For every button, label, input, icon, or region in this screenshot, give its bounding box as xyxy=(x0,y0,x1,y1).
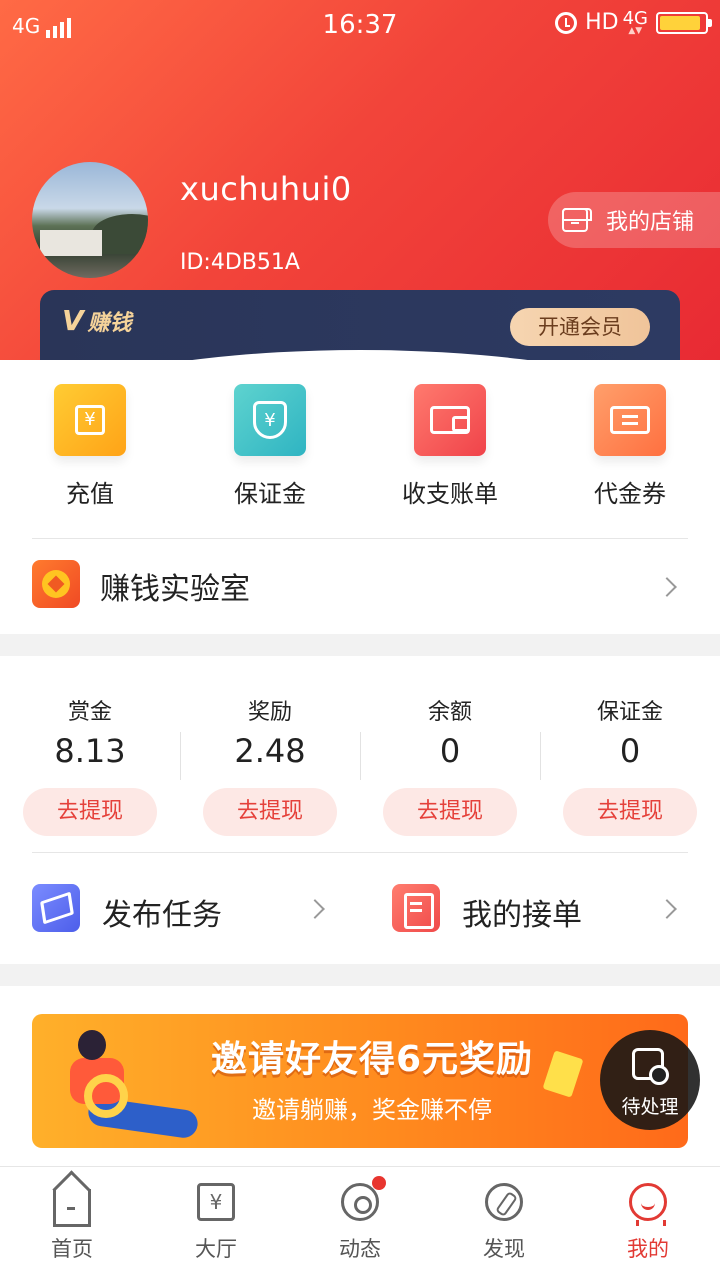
wallet-actions-section: ¥ 充值 ¥ 保证金 收支账单 代金券 赚钱实验室 xyxy=(0,360,720,634)
chevron-right-icon xyxy=(305,899,325,919)
divider xyxy=(32,538,688,539)
recharge-icon: ¥ xyxy=(54,384,126,456)
compass-icon xyxy=(485,1183,523,1221)
battery-fill xyxy=(660,15,701,30)
pending-icon xyxy=(632,1048,669,1085)
pending-float-button[interactable]: 待处理 xyxy=(600,1030,700,1130)
balance-reward: 奖励 2.48 去提现 xyxy=(180,694,360,836)
profile-icon xyxy=(629,1183,667,1226)
balance-label: 保证金 xyxy=(596,700,663,725)
withdraw-button[interactable]: 去提现 xyxy=(203,788,337,836)
quick-action-deposit[interactable]: ¥ 保证金 xyxy=(180,384,360,509)
balance-remaining: 余额 0 去提现 xyxy=(360,694,540,836)
tab-mine[interactable]: 我的 xyxy=(576,1183,720,1263)
balances-section: 赏金 8.13 去提现 奖励 2.48 去提现 余额 0 去提现 保证金 0 去… xyxy=(0,656,720,964)
tab-activity[interactable]: 动态 xyxy=(288,1176,432,1263)
tab-label: 我的 xyxy=(627,1237,669,1261)
withdraw-button[interactable]: 去提现 xyxy=(23,788,157,836)
banner-title: 邀请好友得6元奖励 xyxy=(210,1039,534,1080)
status-right: HD 4G ▲▼ xyxy=(555,7,712,36)
avatar[interactable] xyxy=(32,162,148,278)
shop-icon xyxy=(562,208,592,232)
lab-icon xyxy=(32,560,80,608)
my-shop-label: 我的店铺 xyxy=(606,210,695,235)
balance-value: 0 xyxy=(439,732,461,770)
activity-icon xyxy=(341,1176,386,1221)
chevron-right-icon xyxy=(657,899,677,919)
alarm-icon xyxy=(555,11,578,34)
order-list-icon xyxy=(392,884,440,932)
coupon-icon xyxy=(594,384,666,456)
tab-discover[interactable]: 发现 xyxy=(432,1183,576,1263)
banner-subtitle: 邀请躺赚，奖金赚不停 xyxy=(252,1096,492,1124)
hd-label: HD xyxy=(585,10,619,35)
vip-logo-text: 赚钱 xyxy=(87,311,132,336)
wallet-icon xyxy=(414,384,486,456)
withdraw-button[interactable]: 去提现 xyxy=(563,788,697,836)
home-icon xyxy=(53,1189,91,1227)
tab-hall[interactable]: ¥ 大厅 xyxy=(144,1183,288,1263)
balance-bounty: 赏金 8.13 去提现 xyxy=(0,694,180,836)
hall-icon: ¥ xyxy=(197,1183,235,1221)
tab-label: 发现 xyxy=(483,1237,525,1261)
balance-value: 2.48 xyxy=(234,732,306,770)
balance-value: 0 xyxy=(619,732,641,770)
my-orders-label: 我的接单 xyxy=(462,898,582,933)
balance-label: 奖励 xyxy=(247,700,292,725)
battery-icon xyxy=(656,11,712,34)
earning-lab-row[interactable]: 赚钱实验室 xyxy=(0,550,720,634)
tab-label: 大厅 xyxy=(195,1237,237,1261)
chevron-right-icon xyxy=(657,577,677,597)
my-shop-button[interactable]: 我的店铺 xyxy=(548,192,720,248)
status-bar: 4G 16:37 HD 4G ▲▼ xyxy=(0,0,720,50)
publish-task-row[interactable]: 发布任务 xyxy=(32,868,332,952)
quick-action-recharge[interactable]: ¥ 充值 xyxy=(0,384,180,509)
balance-label: 余额 xyxy=(427,700,472,725)
earning-lab-label: 赚钱实验室 xyxy=(100,572,250,607)
divider xyxy=(32,852,688,853)
bottom-tab-bar: 首页 ¥ 大厅 动态 发现 我的 xyxy=(0,1166,720,1280)
vip-logo-mark: V xyxy=(62,304,84,337)
user-id: ID:4DB51A xyxy=(180,250,300,275)
paper-plane-icon xyxy=(32,884,80,932)
quick-action-label: 保证金 xyxy=(234,480,306,508)
quick-action-label: 收支账单 xyxy=(402,480,498,508)
hd-network: HD 4G ▲▼ xyxy=(585,7,648,36)
publish-task-label: 发布任务 xyxy=(102,898,222,933)
network-4g-icon: 4G ▲▼ xyxy=(622,7,648,36)
vip-card[interactable]: V 赚钱 开通会员 xyxy=(40,290,680,370)
balance-value: 8.13 xyxy=(54,732,126,770)
balance-label: 赏金 xyxy=(67,700,112,725)
quick-action-label: 代金券 xyxy=(594,480,666,508)
vip-logo: V 赚钱 xyxy=(62,304,132,337)
tab-label: 首页 xyxy=(51,1237,93,1261)
balance-deposit: 保证金 0 去提现 xyxy=(540,694,720,836)
invite-banner[interactable]: 邀请好友得6元奖励 邀请躺赚，奖金赚不停 xyxy=(32,1014,688,1148)
my-orders-row[interactable]: 我的接单 xyxy=(392,868,688,952)
tab-label: 动态 xyxy=(339,1237,381,1261)
shield-yen-icon: ¥ xyxy=(234,384,306,456)
open-membership-button[interactable]: 开通会员 xyxy=(510,308,650,346)
quick-action-label: 充值 xyxy=(66,480,114,508)
withdraw-button[interactable]: 去提现 xyxy=(383,788,517,836)
avatar-house xyxy=(40,230,102,256)
quick-action-coupon[interactable]: 代金券 xyxy=(540,384,720,509)
tab-home[interactable]: 首页 xyxy=(0,1183,144,1263)
profile-header: 4G 16:37 HD 4G ▲▼ xuchuhui0 ID:4DB51A 我的店… xyxy=(0,0,720,370)
username: xuchuhui0 xyxy=(180,170,352,208)
quick-action-bill[interactable]: 收支账单 xyxy=(360,384,540,509)
pending-label: 待处理 xyxy=(621,1096,679,1118)
